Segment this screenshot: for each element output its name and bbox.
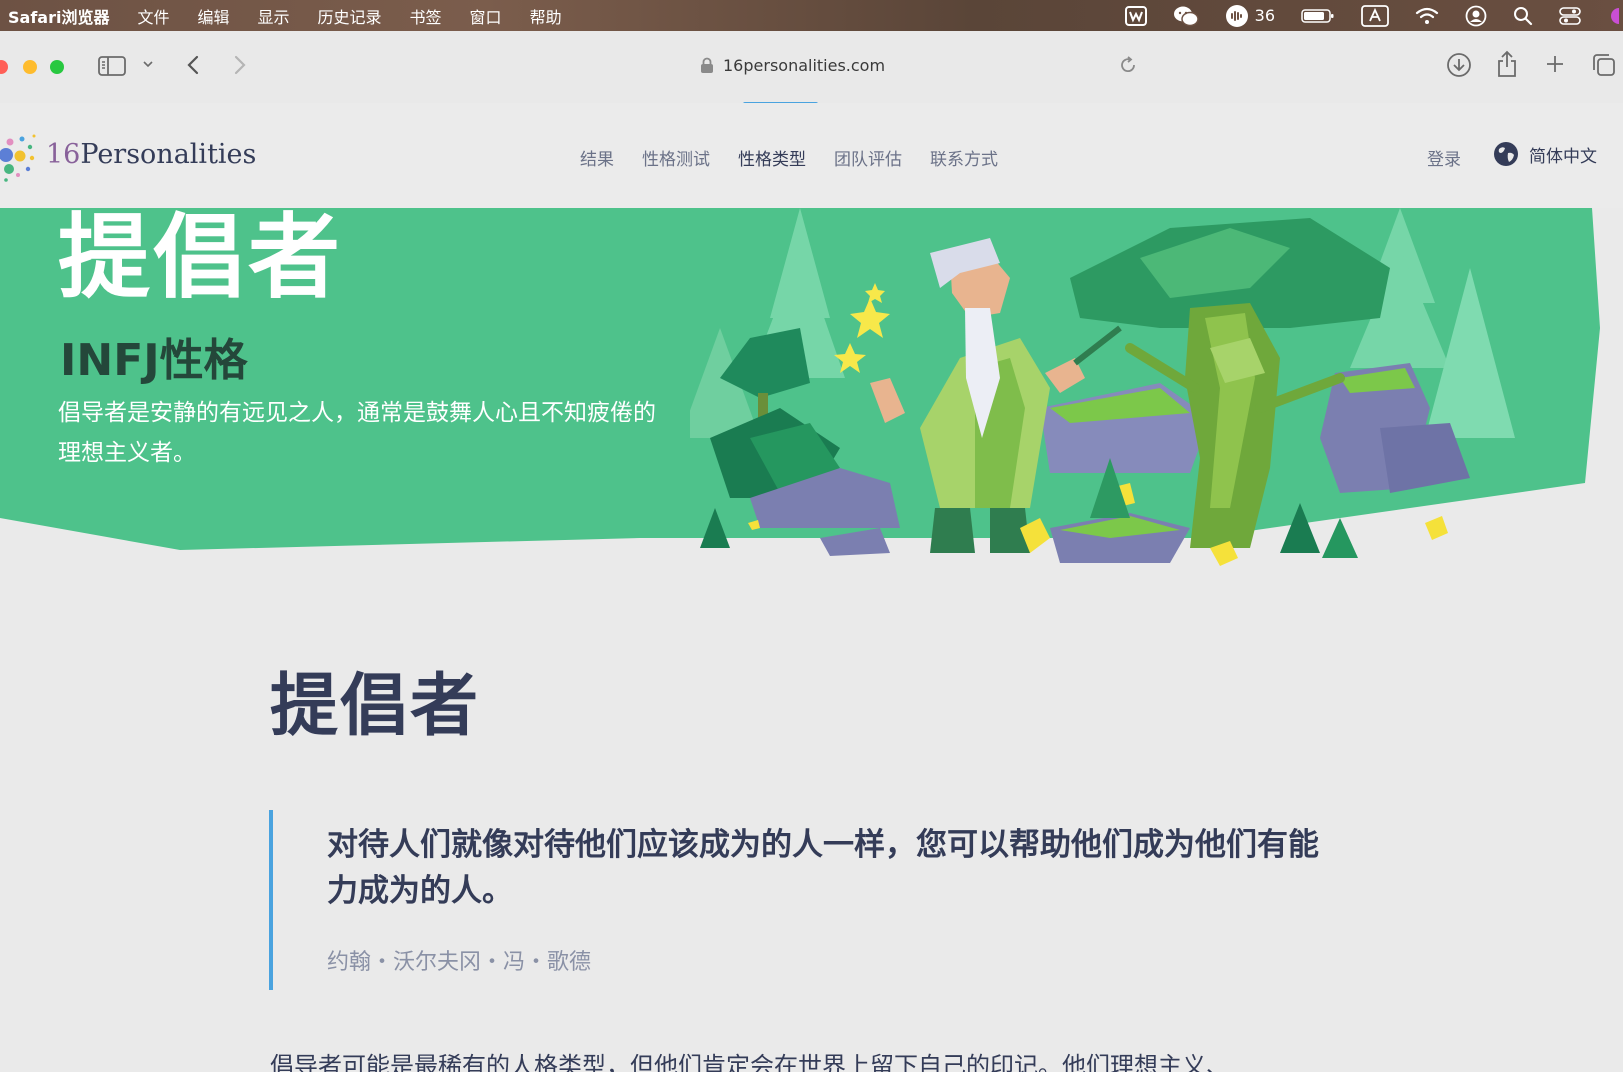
quote-author: 约翰・沃尔夫冈・冯・歌德 xyxy=(327,950,592,975)
quote-accent-bar xyxy=(269,810,273,990)
language-label: 简体中文 xyxy=(1529,146,1597,167)
menu-bookmarks[interactable]: 书签 xyxy=(410,4,442,28)
hero-subtitle: INFJ性格 xyxy=(60,335,248,386)
nav-contact[interactable]: 联系方式 xyxy=(930,145,998,170)
advocate-illustration xyxy=(690,208,1515,566)
language-selector[interactable]: 简体中文 xyxy=(1493,141,1597,167)
menu-edit[interactable]: 编辑 xyxy=(197,4,229,28)
nav-results[interactable]: 结果 xyxy=(580,145,614,170)
page-title: 提倡者 xyxy=(270,667,481,746)
menu-app-safari[interactable]: Safari浏览器 xyxy=(8,4,109,28)
menu-help[interactable]: 帮助 xyxy=(530,4,562,28)
login-link[interactable]: 登录 xyxy=(1427,145,1461,170)
lock-icon xyxy=(701,57,713,73)
siri-icon[interactable] xyxy=(1607,6,1619,26)
audio-level-icon[interactable]: 36 xyxy=(1225,4,1275,28)
browser-toolbar: 16personalities.com xyxy=(0,31,1623,106)
site-logo[interactable]: 16Personalities xyxy=(0,125,256,183)
menu-bar: Safari浏览器 文件 编辑 显示 历史记录 书签 窗口 帮助 36 xyxy=(0,0,1623,31)
input-method-icon[interactable] xyxy=(1361,4,1389,27)
battery-percent-label: 36 xyxy=(1254,6,1275,25)
hero-title: 提倡者 xyxy=(58,204,344,311)
new-tab-icon[interactable] xyxy=(1545,54,1565,74)
wifi-icon[interactable] xyxy=(1415,7,1439,25)
spotlight-search-icon[interactable] xyxy=(1513,6,1533,26)
url-text: 16personalities.com xyxy=(723,55,886,75)
menu-view[interactable]: 显示 xyxy=(258,4,290,28)
address-bar[interactable]: 16personalities.com xyxy=(700,53,885,77)
forward-icon[interactable] xyxy=(233,54,247,76)
nav-personality-test[interactable]: 性格测试 xyxy=(642,145,710,170)
window-close-button[interactable] xyxy=(0,60,8,74)
menu-window[interactable]: 窗口 xyxy=(470,4,502,28)
site-header: 16Personalities 结果 性格测试 性格类型 团队评估 联系方式 登… xyxy=(0,103,1623,208)
sidebar-toggle-icon[interactable] xyxy=(98,55,126,77)
user-account-icon[interactable] xyxy=(1465,5,1487,27)
intro-paragraph: 倡导者可能是最稀有的人格类型，但他们肯定会在世界上留下自己的印记。他们理想主义、 xyxy=(270,1052,1230,1072)
chevron-down-icon[interactable] xyxy=(142,60,154,68)
nav-personality-types[interactable]: 性格类型 xyxy=(738,145,806,170)
hero-description: 倡导者是安静的有远见之人，通常是鼓舞人心且不知疲倦的理想主义者。 xyxy=(58,400,656,466)
logo-word: Personalities xyxy=(80,138,257,170)
share-icon[interactable] xyxy=(1496,50,1518,78)
downloads-icon[interactable] xyxy=(1446,52,1472,78)
menu-history[interactable]: 历史记录 xyxy=(318,4,382,28)
back-icon[interactable] xyxy=(186,54,200,76)
menu-file[interactable]: 文件 xyxy=(137,4,169,28)
window-minimize-button[interactable] xyxy=(23,60,37,74)
logo-dots-icon xyxy=(0,134,36,182)
logo-text: 16Personalities xyxy=(46,139,256,170)
reload-icon[interactable] xyxy=(1118,55,1138,75)
control-center-icon[interactable] xyxy=(1559,6,1581,26)
window-maximize-button[interactable] xyxy=(50,60,64,74)
battery-icon[interactable] xyxy=(1301,8,1335,24)
wechat-icon[interactable] xyxy=(1173,5,1199,27)
tab-overview-icon[interactable] xyxy=(1592,53,1616,77)
wps-icon[interactable] xyxy=(1124,5,1147,26)
quote-text: 对待人们就像对待他们应该成为的人一样，您可以帮助他们成为他们有能力成为的人。 xyxy=(327,827,1319,909)
nav-team-assessment[interactable]: 团队评估 xyxy=(834,145,902,170)
hero-banner: 提倡者 INFJ性格 倡导者是安静的有远见之人，通常是鼓舞人心且不知疲倦的理想主… xyxy=(0,208,1623,598)
main-nav: 结果 性格测试 性格类型 团队评估 联系方式 xyxy=(580,145,998,170)
status-icons: 36 xyxy=(1124,0,1623,31)
logo-number: 16 xyxy=(46,138,81,170)
globe-icon xyxy=(1494,142,1518,166)
